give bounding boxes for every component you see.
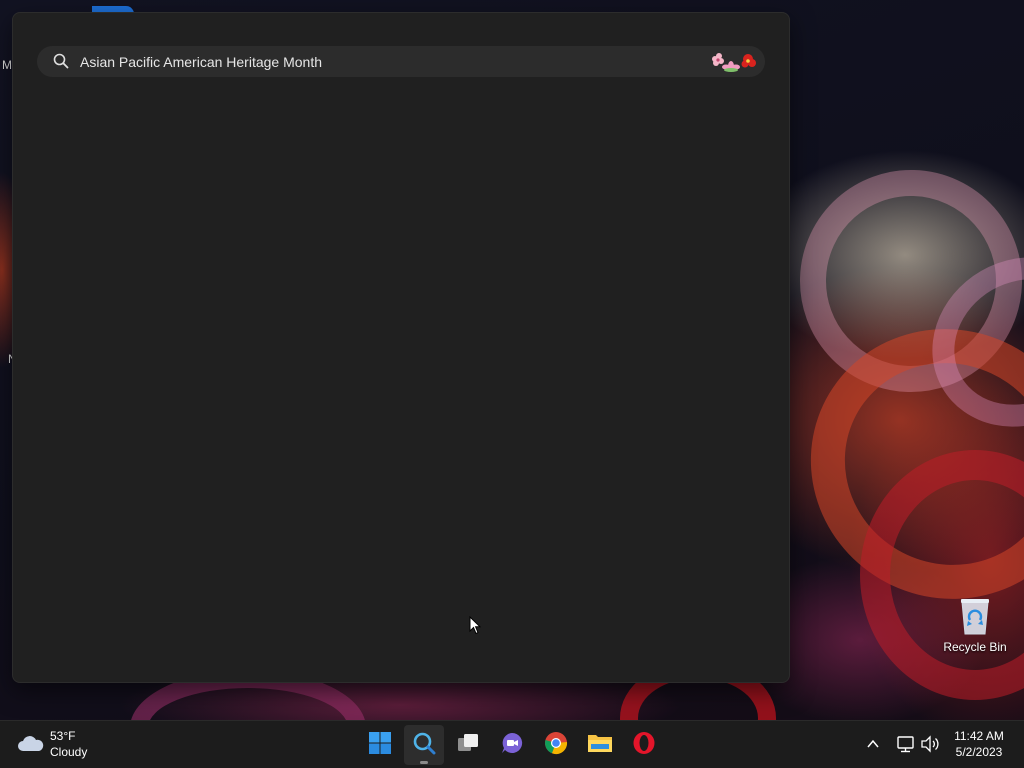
weather-temperature: 53°F [50,729,76,743]
task-view-button[interactable] [448,725,488,765]
network-icon[interactable] [896,735,916,758]
folder-icon [587,731,613,760]
chat-icon [500,731,524,760]
weather-condition: Cloudy [50,745,88,759]
chat-button[interactable] [492,725,532,765]
opera-icon [632,731,656,760]
chevron-up-icon[interactable] [866,737,880,756]
search-box[interactable] [37,46,765,77]
clock-date: 5/2/2023 [955,745,1003,759]
search-icon [412,731,436,760]
search-icon [53,53,69,74]
recycle-bin-label: Recycle Bin [943,640,1007,654]
search-input[interactable] [80,46,680,77]
windows-logo-icon [368,731,392,760]
task-view-icon [456,731,480,760]
volume-icon[interactable] [920,735,940,758]
taskbar: 53°F Cloudy 11:42 AM 5/2/2023 [0,720,1024,768]
clock-time: 11:42 AM [954,729,1004,743]
opera-button[interactable] [624,725,664,765]
clock[interactable]: 11:42 AM 5/2/2023 [946,728,1012,760]
recycle-bin-desktop-icon[interactable]: Recycle Bin [940,596,1010,654]
chrome-button[interactable] [536,725,576,765]
taskbar-search-button[interactable] [404,725,444,765]
weather-widget[interactable]: 53°F Cloudy [16,727,126,763]
file-explorer-button[interactable] [580,725,620,765]
start-button[interactable] [360,725,400,765]
mouse-cursor-icon [469,615,482,640]
heritage-month-flowers-icon[interactable] [705,50,761,74]
cloud-icon [16,733,44,760]
search-panel [12,12,790,683]
desktop-icon-label-partial: M [2,58,12,72]
recycle-bin-icon [958,596,992,636]
chrome-icon [544,731,568,760]
